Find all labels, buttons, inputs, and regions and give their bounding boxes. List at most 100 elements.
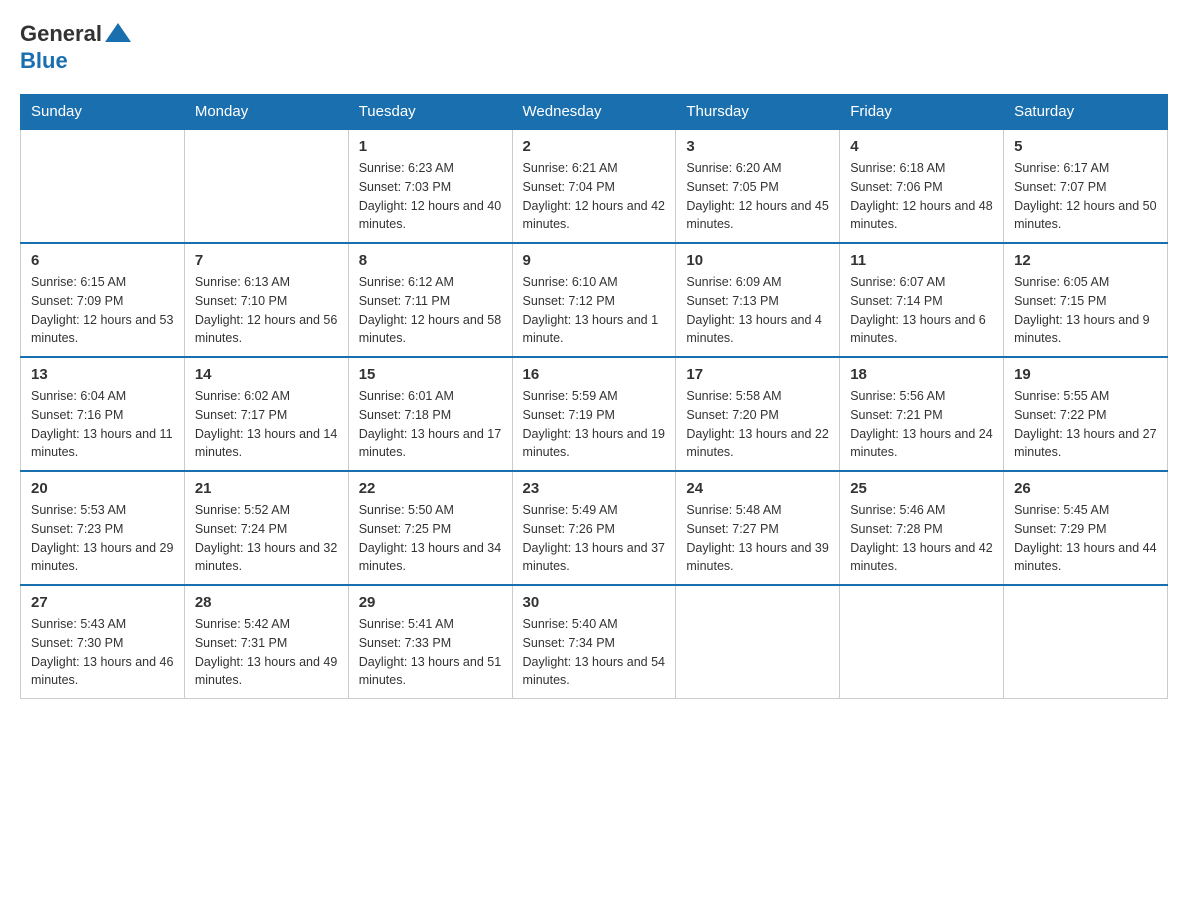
calendar-cell: 26Sunrise: 5:45 AMSunset: 7:29 PMDayligh…	[1004, 471, 1168, 585]
day-number: 17	[686, 366, 829, 383]
day-sun-info: Sunrise: 6:05 AMSunset: 7:15 PMDaylight:…	[1014, 273, 1157, 348]
day-sun-info: Sunrise: 6:23 AMSunset: 7:03 PMDaylight:…	[359, 159, 502, 234]
day-number: 3	[686, 138, 829, 155]
day-number: 20	[31, 480, 174, 497]
day-number: 23	[523, 480, 666, 497]
logo-icon	[104, 20, 132, 48]
day-of-week-header: Wednesday	[512, 95, 676, 130]
calendar-cell: 2 Sunrise: 6:21 AMSunset: 7:04 PMDaylight…	[512, 129, 676, 243]
day-sun-info: Sunrise: 5:42 AMSunset: 7:31 PMDaylight:…	[195, 615, 338, 690]
day-number: 7	[195, 252, 338, 269]
day-sun-info: Sunrise: 6:09 AMSunset: 7:13 PMDaylight:…	[686, 273, 829, 348]
days-of-week-row: SundayMondayTuesdayWednesdayThursdayFrid…	[21, 95, 1168, 130]
day-sun-info: Sunrise: 6:12 AMSunset: 7:11 PMDaylight:…	[359, 273, 502, 348]
day-sun-info: Sunrise: 5:55 AMSunset: 7:22 PMDaylight:…	[1014, 387, 1157, 462]
day-number: 18	[850, 366, 993, 383]
week-row: 1 Sunrise: 6:23 AMSunset: 7:03 PMDaylight…	[21, 129, 1168, 243]
logo: GeneralBlue	[20, 20, 134, 74]
day-sun-info: Sunrise: 5:46 AMSunset: 7:28 PMDaylight:…	[850, 501, 993, 576]
calendar-table: SundayMondayTuesdayWednesdayThursdayFrid…	[20, 94, 1168, 699]
calendar-cell: 4 Sunrise: 6:18 AMSunset: 7:06 PMDaylight…	[840, 129, 1004, 243]
day-sun-info: Sunrise: 6:13 AMSunset: 7:10 PMDaylight:…	[195, 273, 338, 348]
day-number: 11	[850, 252, 993, 269]
calendar-cell: 12Sunrise: 6:05 AMSunset: 7:15 PMDayligh…	[1004, 243, 1168, 357]
calendar-cell: 17 Sunrise: 5:58 AMSunset: 7:20 PMDayligh…	[676, 357, 840, 471]
day-sun-info: Sunrise: 5:53 AMSunset: 7:23 PMDaylight:…	[31, 501, 174, 576]
day-sun-info: Sunrise: 5:58 AMSunset: 7:20 PMDaylight:…	[686, 387, 829, 462]
day-sun-info: Sunrise: 5:52 AMSunset: 7:24 PMDaylight:…	[195, 501, 338, 576]
calendar-cell: 8 Sunrise: 6:12 AMSunset: 7:11 PMDaylight…	[348, 243, 512, 357]
week-row: 13 Sunrise: 6:04 AMSunset: 7:16 PMDayligh…	[21, 357, 1168, 471]
day-number: 15	[359, 366, 502, 383]
day-sun-info: Sunrise: 5:59 AMSunset: 7:19 PMDaylight:…	[523, 387, 666, 462]
calendar-cell: 24 Sunrise: 5:48 AMSunset: 7:27 PMDayligh…	[676, 471, 840, 585]
day-sun-info: Sunrise: 5:43 AMSunset: 7:30 PMDaylight:…	[31, 615, 174, 690]
calendar-cell: 16 Sunrise: 5:59 AMSunset: 7:19 PMDayligh…	[512, 357, 676, 471]
day-number: 30	[523, 594, 666, 611]
day-number: 2	[523, 138, 666, 155]
day-number: 29	[359, 594, 502, 611]
calendar-cell: 6Sunrise: 6:15 AMSunset: 7:09 PMDaylight…	[21, 243, 185, 357]
day-number: 8	[359, 252, 502, 269]
week-row: 27 Sunrise: 5:43 AMSunset: 7:30 PMDayligh…	[21, 585, 1168, 699]
day-sun-info: Sunrise: 6:04 AMSunset: 7:16 PMDaylight:…	[31, 387, 174, 462]
day-number: 16	[523, 366, 666, 383]
day-number: 1	[359, 138, 502, 155]
week-row: 6Sunrise: 6:15 AMSunset: 7:09 PMDaylight…	[21, 243, 1168, 357]
calendar-cell: 10 Sunrise: 6:09 AMSunset: 7:13 PMDayligh…	[676, 243, 840, 357]
day-sun-info: Sunrise: 6:21 AMSunset: 7:04 PMDaylight:…	[523, 159, 666, 234]
calendar-cell: 30 Sunrise: 5:40 AMSunset: 7:34 PMDayligh…	[512, 585, 676, 699]
day-sun-info: Sunrise: 6:15 AMSunset: 7:09 PMDaylight:…	[31, 273, 174, 348]
day-number: 21	[195, 480, 338, 497]
day-number: 4	[850, 138, 993, 155]
day-sun-info: Sunrise: 6:20 AMSunset: 7:05 PMDaylight:…	[686, 159, 829, 234]
calendar-cell: 14Sunrise: 6:02 AMSunset: 7:17 PMDayligh…	[184, 357, 348, 471]
day-number: 27	[31, 594, 174, 611]
calendar-cell: 18 Sunrise: 5:56 AMSunset: 7:21 PMDayligh…	[840, 357, 1004, 471]
day-sun-info: Sunrise: 5:56 AMSunset: 7:21 PMDaylight:…	[850, 387, 993, 462]
calendar-cell: 19Sunrise: 5:55 AMSunset: 7:22 PMDayligh…	[1004, 357, 1168, 471]
logo-blue-text: Blue	[20, 48, 68, 74]
calendar-cell	[21, 129, 185, 243]
day-sun-info: Sunrise: 5:41 AMSunset: 7:33 PMDaylight:…	[359, 615, 502, 690]
day-number: 5	[1014, 138, 1157, 155]
day-of-week-header: Thursday	[676, 95, 840, 130]
day-number: 13	[31, 366, 174, 383]
calendar-cell: 15 Sunrise: 6:01 AMSunset: 7:18 PMDayligh…	[348, 357, 512, 471]
day-number: 26	[1014, 480, 1157, 497]
day-number: 10	[686, 252, 829, 269]
day-of-week-header: Saturday	[1004, 95, 1168, 130]
calendar-cell: 11Sunrise: 6:07 AMSunset: 7:14 PMDayligh…	[840, 243, 1004, 357]
calendar-cell: 13 Sunrise: 6:04 AMSunset: 7:16 PMDayligh…	[21, 357, 185, 471]
day-number: 25	[850, 480, 993, 497]
calendar-cell	[676, 585, 840, 699]
calendar-cell: 29 Sunrise: 5:41 AMSunset: 7:33 PMDayligh…	[348, 585, 512, 699]
day-number: 9	[523, 252, 666, 269]
calendar-body: 1 Sunrise: 6:23 AMSunset: 7:03 PMDaylight…	[21, 129, 1168, 699]
calendar-cell: 9Sunrise: 6:10 AMSunset: 7:12 PMDaylight…	[512, 243, 676, 357]
day-sun-info: Sunrise: 6:17 AMSunset: 7:07 PMDaylight:…	[1014, 159, 1157, 234]
day-sun-info: Sunrise: 5:40 AMSunset: 7:34 PMDaylight:…	[523, 615, 666, 690]
calendar-cell: 25 Sunrise: 5:46 AMSunset: 7:28 PMDayligh…	[840, 471, 1004, 585]
week-row: 20 Sunrise: 5:53 AMSunset: 7:23 PMDayligh…	[21, 471, 1168, 585]
day-number: 24	[686, 480, 829, 497]
calendar-cell: 28Sunrise: 5:42 AMSunset: 7:31 PMDayligh…	[184, 585, 348, 699]
logo-general-text: General	[20, 21, 102, 47]
day-sun-info: Sunrise: 5:50 AMSunset: 7:25 PMDaylight:…	[359, 501, 502, 576]
day-sun-info: Sunrise: 6:01 AMSunset: 7:18 PMDaylight:…	[359, 387, 502, 462]
day-sun-info: Sunrise: 6:02 AMSunset: 7:17 PMDaylight:…	[195, 387, 338, 462]
calendar-cell: 3 Sunrise: 6:20 AMSunset: 7:05 PMDaylight…	[676, 129, 840, 243]
day-sun-info: Sunrise: 5:48 AMSunset: 7:27 PMDaylight:…	[686, 501, 829, 576]
day-of-week-header: Monday	[184, 95, 348, 130]
page-header: GeneralBlue	[20, 20, 1168, 74]
day-of-week-header: Tuesday	[348, 95, 512, 130]
day-sun-info: Sunrise: 5:49 AMSunset: 7:26 PMDaylight:…	[523, 501, 666, 576]
calendar-cell: 22 Sunrise: 5:50 AMSunset: 7:25 PMDayligh…	[348, 471, 512, 585]
day-sun-info: Sunrise: 6:18 AMSunset: 7:06 PMDaylight:…	[850, 159, 993, 234]
day-of-week-header: Friday	[840, 95, 1004, 130]
calendar-cell: 20 Sunrise: 5:53 AMSunset: 7:23 PMDayligh…	[21, 471, 185, 585]
day-number: 22	[359, 480, 502, 497]
calendar-cell: 7 Sunrise: 6:13 AMSunset: 7:10 PMDaylight…	[184, 243, 348, 357]
calendar-cell	[184, 129, 348, 243]
calendar-cell	[1004, 585, 1168, 699]
